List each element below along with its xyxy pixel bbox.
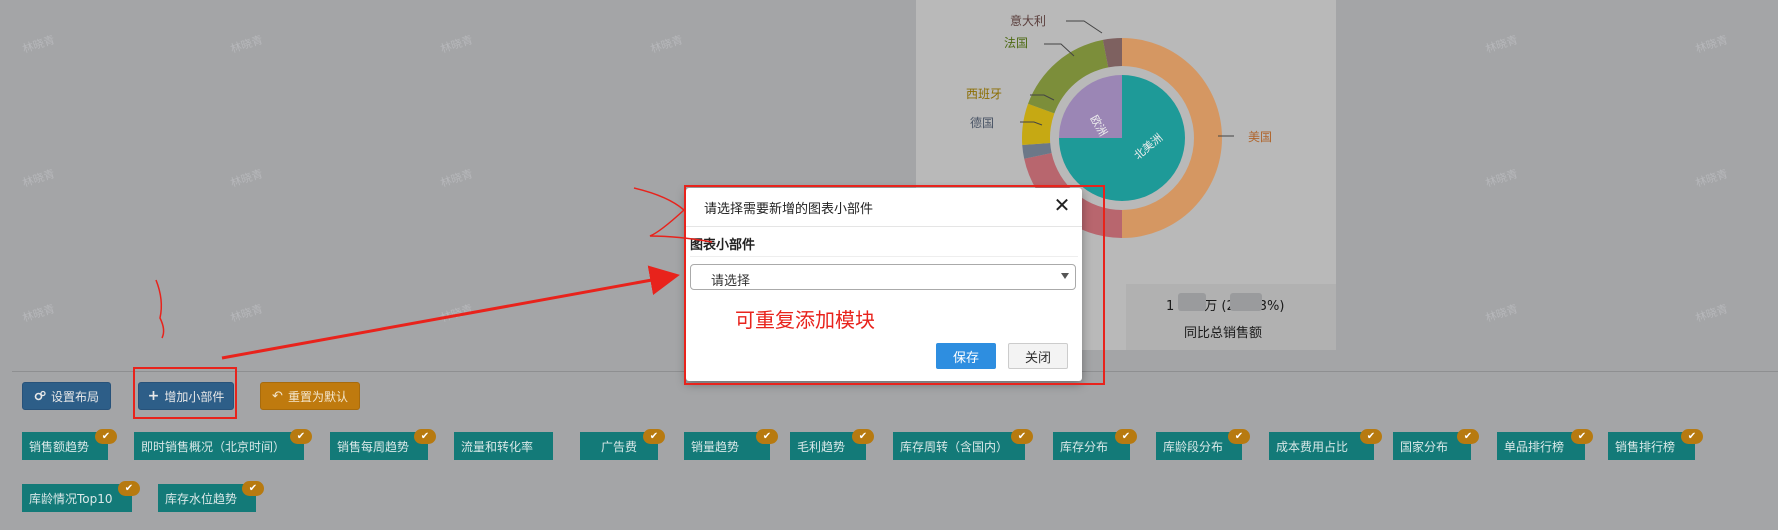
highlight-box-dialog — [684, 185, 1105, 385]
scribble-mark — [633, 187, 713, 243]
scribble-mark — [155, 279, 165, 339]
red-annotation-overlay — [133, 185, 1105, 419]
highlight-box-add-widget — [133, 367, 237, 419]
arrow — [221, 265, 680, 360]
